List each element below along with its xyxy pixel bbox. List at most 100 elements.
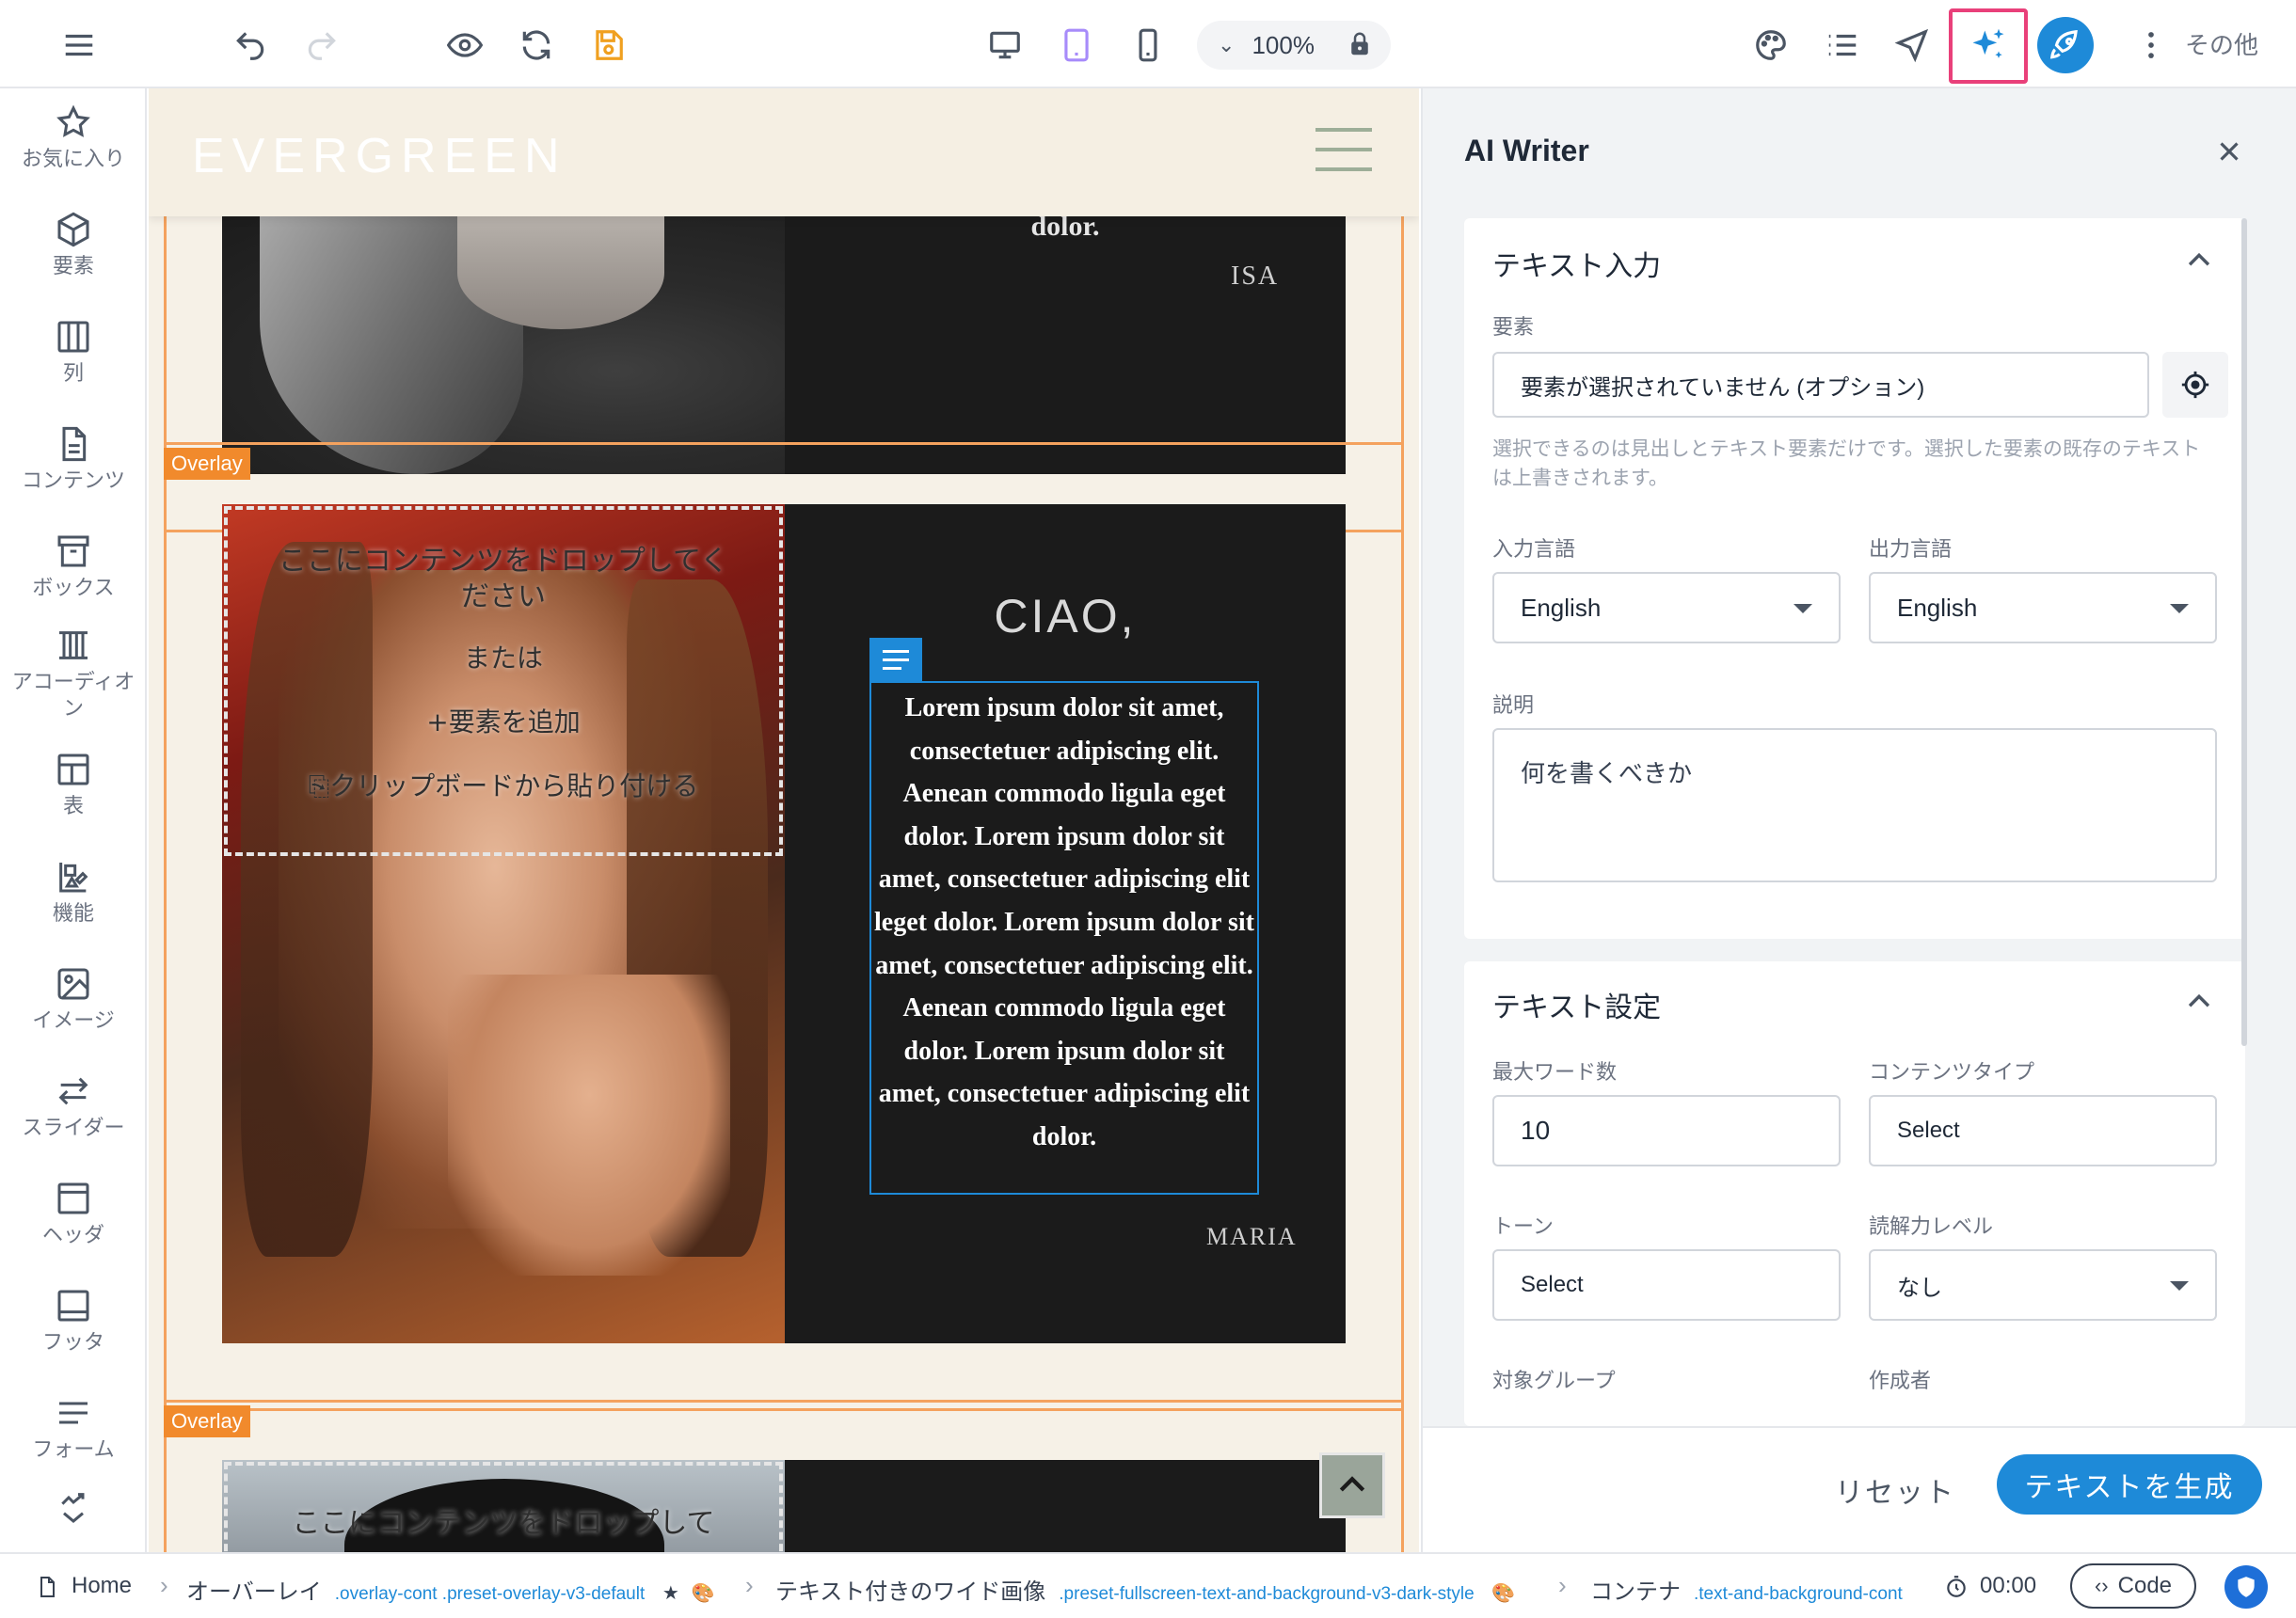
chevron-up-icon	[1339, 1476, 1365, 1492]
star-icon	[56, 104, 90, 137]
dropzone[interactable]: ここにコンテンツをドロップして	[224, 1462, 783, 1552]
sidebar-item-elements[interactable]: 要素	[0, 211, 147, 280]
text-element-handle-icon[interactable]	[869, 638, 922, 681]
generate-text-button[interactable]: テキストを生成	[1997, 1454, 2262, 1515]
lock-icon[interactable]	[1346, 30, 1374, 62]
navigation-icon[interactable]	[1886, 19, 1938, 71]
sidebar-item-header[interactable]: ヘッダ	[0, 1180, 147, 1249]
text-input-title[interactable]: テキスト入力	[1492, 243, 1661, 284]
sidebar-item-features[interactable]: 機能	[0, 858, 147, 928]
mobile-view-icon[interactable]	[1122, 19, 1174, 71]
site-header[interactable]: EVERGREEN	[149, 88, 1419, 216]
pick-element-button[interactable]	[2162, 352, 2228, 418]
sidebar-item-slider[interactable]: スライダー	[0, 1072, 147, 1142]
shield-icon[interactable]	[2224, 1565, 2268, 1609]
tablet-view-icon[interactable]	[1050, 19, 1103, 71]
section1-text-panel[interactable]: dolor. ISA	[785, 211, 1346, 474]
element-select-field[interactable]: 要素が選択されていません (オプション)	[1492, 352, 2149, 418]
section3-text-panel[interactable]	[785, 1460, 1346, 1552]
content-type-label: コンテンツタイプ	[1869, 1061, 2035, 1085]
slider-icon	[58, 1077, 88, 1105]
breadcrumb-class: .overlay-cont .preset-overlay-v3-default	[334, 1584, 646, 1604]
sidebar-item-image[interactable]: イメージ	[0, 965, 147, 1035]
section2-body-text[interactable]: Lorem ipsum dolor sit amet, consectetuer…	[869, 681, 1259, 1195]
desktop-view-icon[interactable]	[979, 19, 1031, 71]
sidebar-item-contents[interactable]: コンテンツ	[0, 425, 147, 495]
section2-signature: MARIA	[1206, 1223, 1298, 1250]
overlay-tag[interactable]: Overlay	[164, 1405, 250, 1437]
site-menu-icon[interactable]	[1315, 128, 1372, 171]
dropzone[interactable]: ここにコンテンツをドロップしてください または +要素を追加 ⎘クリップボードか…	[224, 506, 783, 856]
ai-writer-button[interactable]	[1949, 8, 2028, 84]
paste-clipboard-button[interactable]: ⎘クリップボードから貼り付ける	[228, 766, 779, 803]
max-words-input[interactable]: 10	[1492, 1095, 1841, 1166]
preview-eye-icon[interactable]	[438, 19, 491, 71]
tone-select[interactable]: Select	[1492, 1249, 1841, 1321]
reading-level-select[interactable]: なし	[1869, 1249, 2217, 1321]
more-vertical-icon[interactable]	[2125, 19, 2177, 71]
more-label[interactable]: その他	[2185, 26, 2258, 61]
code-label: Code	[2117, 1573, 2173, 1598]
output-language-select[interactable]: English	[1869, 572, 2217, 643]
redo-icon[interactable]	[295, 19, 348, 71]
description-textarea[interactable]: 何を書くべきか	[1492, 728, 2217, 882]
refresh-icon[interactable]	[510, 19, 563, 71]
sidebar-item-label: 表	[62, 795, 84, 818]
sidebar-item-form[interactable]: フォーム	[0, 1394, 147, 1464]
reading-level-value: なし	[1897, 1275, 1942, 1301]
reset-button[interactable]: リセット	[1835, 1469, 1955, 1511]
section1-photo[interactable]	[222, 216, 785, 474]
input-language-value: English	[1521, 593, 1602, 622]
breadcrumb-wide-image[interactable]: テキスト付きのワイド画像 .preset-fullscreen-text-and-…	[775, 1573, 1515, 1606]
section2-heading[interactable]: CIAO,	[785, 589, 1346, 643]
section2-text-panel[interactable]: CIAO, Lorem ipsum dolor sit amet, consec…	[785, 504, 1346, 1343]
sidebar-item-accordion[interactable]: アコーディオン	[0, 627, 147, 722]
timer-value: 00:00	[1980, 1573, 2037, 1598]
undo-icon[interactable]	[224, 19, 277, 71]
breadcrumb-class: .preset-fullscreen-text-and-background-v…	[1059, 1584, 1475, 1604]
palette-icon: 🎨	[1491, 1583, 1516, 1604]
sidebar-item-table[interactable]: 表	[0, 751, 147, 820]
sidebar-scroll-more[interactable]	[0, 1488, 147, 1531]
breadcrumb-label: テキスト付きのワイド画像	[775, 1579, 1046, 1605]
sidebar-item-favorites[interactable]: お気に入り	[0, 103, 147, 173]
save-icon[interactable]	[582, 19, 634, 71]
section1-signature: ISA	[1231, 262, 1280, 291]
input-language-label: 入力言語	[1492, 538, 1576, 562]
code-icon: ‹›	[2094, 1574, 2109, 1597]
paste-clipboard-label: クリップボードから貼り付ける	[329, 770, 699, 801]
palette-icon[interactable]	[1745, 19, 1797, 71]
chevron-up-icon[interactable]	[2183, 986, 2215, 1018]
reading-level-label: 読解力レベル	[1869, 1215, 1994, 1239]
scroll-to-top-button[interactable]	[1319, 1452, 1385, 1518]
breadcrumb-overlay[interactable]: オーバーレイ .overlay-cont .preset-overlay-v3-d…	[186, 1573, 714, 1606]
clipboard-icon: ⎘	[308, 770, 330, 801]
overlay-tag[interactable]: Overlay	[164, 448, 250, 480]
list-icon[interactable]	[1816, 19, 1869, 71]
chevron-up-icon[interactable]	[2183, 245, 2215, 277]
input-language-select[interactable]: English	[1492, 572, 1841, 643]
breadcrumb-container[interactable]: コンテナ .text-and-background-cont	[1590, 1573, 1903, 1606]
zoom-control[interactable]: ⌄ 100%	[1197, 21, 1391, 70]
add-element-button[interactable]: +要素を追加	[228, 702, 779, 739]
panel-scrollbar[interactable]	[2241, 218, 2247, 1046]
content-type-value: Select	[1897, 1118, 1960, 1143]
publish-rocket-button[interactable]	[2037, 17, 2094, 73]
menu-icon[interactable]	[53, 19, 105, 71]
breadcrumb-home[interactable]: Home	[72, 1573, 132, 1599]
breadcrumb-label: オーバーレイ	[186, 1579, 322, 1605]
sidebar-item-footer[interactable]: フッタ	[0, 1287, 147, 1356]
content-type-select[interactable]: Select	[1869, 1095, 2217, 1166]
features-icon	[59, 863, 88, 893]
code-button[interactable]: ‹› Code	[2070, 1563, 2196, 1609]
columns-icon	[57, 321, 89, 353]
close-icon[interactable]	[2213, 135, 2245, 167]
palette-icon: 🎨	[691, 1583, 715, 1604]
dropzone-or: または	[463, 642, 543, 674]
table-icon	[57, 753, 89, 785]
sidebar-item-boxes[interactable]: ボックス	[0, 532, 147, 602]
dropzone-title: ここにコンテンツをドロップしてください	[278, 545, 729, 613]
image-icon	[57, 968, 89, 1000]
text-settings-title[interactable]: テキスト設定	[1492, 984, 1661, 1025]
sidebar-item-columns[interactable]: 列	[0, 318, 147, 388]
